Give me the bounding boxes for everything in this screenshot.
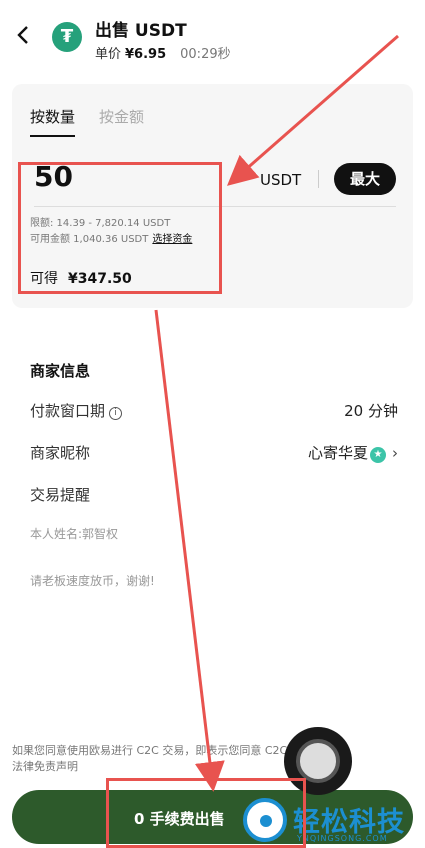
price-line: 单价 ¥6.95 00:29秒 [95, 43, 231, 62]
payment-window-value: 20 分钟 [344, 402, 398, 420]
verified-badge-icon: ★ [370, 447, 386, 463]
reminder-message-note: 请老板速度放币，谢谢! [30, 574, 155, 588]
back-button[interactable] [16, 24, 34, 46]
chevron-left-icon [17, 26, 28, 44]
nickname-value-group[interactable]: 心寄华夏 ★ › [308, 442, 398, 463]
watermark-subtext: YNQINGSONG.COM [297, 834, 388, 843]
countdown-timer: 00:29秒 [180, 47, 231, 62]
annotation-box-sell [106, 778, 306, 848]
payment-window-row: 付款窗口期 i 20 分钟 [30, 400, 398, 421]
arrow-to-sell [154, 309, 225, 792]
header: ₮ 出售 USDT 单价 ¥6.95 00:29秒 [0, 0, 425, 80]
trade-reminder-row: 交易提醒 [30, 484, 398, 505]
reminder-name-note: 本人姓名:郭智权 [30, 527, 119, 541]
tab-by-quantity[interactable]: 按数量 [30, 106, 76, 137]
amount-unit: USDT [260, 171, 302, 189]
info-icon[interactable]: i [109, 407, 123, 420]
price-value: ¥6.95 [125, 47, 167, 62]
page-title: 出售 USDT [95, 21, 187, 41]
annotation-box-amount [18, 162, 222, 294]
amount-mode-tabs: 按数量 按金额 [30, 106, 168, 137]
trade-reminder-label: 交易提醒 [30, 486, 91, 504]
chevron-right-icon: › [392, 444, 398, 462]
nickname-value: 心寄华夏 [307, 444, 368, 462]
payment-window-label: 付款窗口期 [30, 402, 106, 420]
merchant-info-title: 商家信息 [30, 362, 91, 380]
max-button[interactable]: 最大 [334, 163, 396, 195]
assistive-touch-icon [296, 739, 340, 783]
price-label: 单价 [95, 47, 122, 62]
nickname-label: 商家昵称 [30, 444, 91, 462]
usdt-coin-icon: ₮ [52, 22, 82, 52]
tab-by-amount[interactable]: 按金额 [99, 106, 144, 135]
unit-divider [318, 170, 319, 188]
merchant-nickname-row[interactable]: 商家昵称 心寄华夏 ★ › [30, 442, 398, 463]
